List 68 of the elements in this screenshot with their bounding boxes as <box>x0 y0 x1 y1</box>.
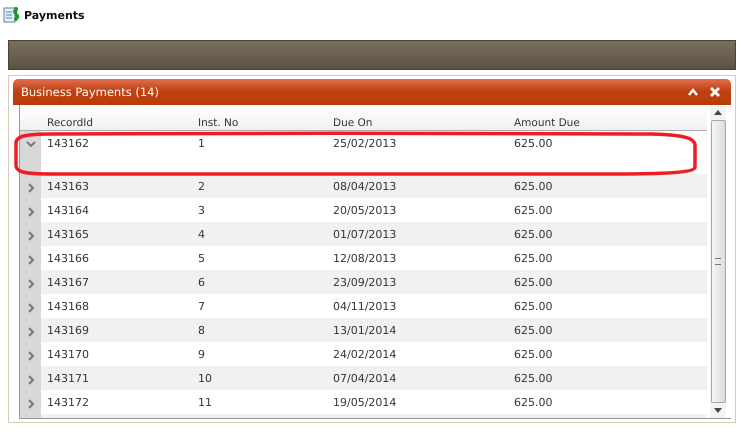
table-cell-text: 6 <box>197 275 206 291</box>
column-header[interactable]: Amount Due <box>508 117 698 130</box>
table-cell-text: 143170 <box>46 347 90 363</box>
table-cell-text: 20/05/2013 <box>332 203 398 219</box>
table-cell-text: 625.00 <box>513 227 554 243</box>
panel-title: Business Payments (14) <box>21 85 159 99</box>
chevron-right-icon[interactable] <box>26 231 34 241</box>
table-cell-text: 2 <box>197 179 206 195</box>
table-cell-text: 625.00 <box>513 347 554 363</box>
table-cell-text: 07/04/2014 <box>332 371 398 387</box>
chevron-right-icon[interactable] <box>26 375 34 385</box>
table-cell-text: 143162 <box>46 136 90 152</box>
table-cell-text: 625.00 <box>513 203 554 219</box>
table-cell-text: 143166 <box>46 251 90 267</box>
table-cell-text: 625.00 <box>513 179 554 195</box>
table-cell-text: 19/05/2014 <box>332 395 398 411</box>
table-cell-text: 01/07/2013 <box>332 227 398 243</box>
table-cell-text: 11 <box>197 395 213 411</box>
chevron-right-icon[interactable] <box>26 207 34 217</box>
table-cell-text: 1 <box>197 136 206 152</box>
chevron-right-icon[interactable] <box>26 255 34 265</box>
table-cell-text: 625.00 <box>513 275 554 291</box>
chevron-right-icon[interactable] <box>26 279 34 289</box>
table-cell-text: 625.00 <box>513 299 554 315</box>
table-cell-text: 143171 <box>46 371 90 387</box>
table-cell-text: 8 <box>197 323 206 339</box>
table-cell-text: 7 <box>197 299 206 315</box>
column-header[interactable]: Due On <box>327 117 508 130</box>
table-cell-text: 143164 <box>46 203 90 219</box>
table-cell-text: 143165 <box>46 227 90 243</box>
table-cell-text: 04/11/2013 <box>332 299 398 315</box>
table-cell-text: 4 <box>197 227 206 243</box>
table-cell-text: 625.00 <box>513 136 554 152</box>
chevron-right-icon[interactable] <box>26 399 34 409</box>
chevron-down-icon[interactable] <box>26 140 36 148</box>
table-cell-text: 9 <box>197 347 206 363</box>
scroll-down-icon[interactable] <box>714 408 722 413</box>
table-cell-text: 143172 <box>46 395 90 411</box>
scrollbar[interactable] <box>710 105 726 418</box>
table-cell-text: 25/02/2013 <box>332 136 398 152</box>
page-title: Payments <box>24 8 85 22</box>
money-document-icon <box>3 6 21 24</box>
table-cell-text: 3 <box>197 203 206 219</box>
table-cell-text: 12/08/2013 <box>332 251 398 267</box>
table-cell-text: 625.00 <box>513 371 554 387</box>
table-cell-text: 625.00 <box>513 323 554 339</box>
chevron-right-icon[interactable] <box>26 327 34 337</box>
table-cell-text: 143167 <box>46 275 90 291</box>
table-cell-text: 625.00 <box>513 251 554 267</box>
column-header[interactable]: RecordId <box>41 117 192 130</box>
scroll-up-icon[interactable] <box>714 110 722 115</box>
table-cell-text: 10 <box>197 371 213 387</box>
table-cell-text: 24/02/2014 <box>332 347 398 363</box>
collapse-icon[interactable] <box>687 87 699 97</box>
table-cell-text: 13/01/2014 <box>332 323 398 339</box>
column-header[interactable]: Inst. No <box>192 117 327 130</box>
chevron-right-icon[interactable] <box>26 351 34 361</box>
table-cell-text: 143163 <box>46 179 90 195</box>
close-icon[interactable] <box>709 86 721 98</box>
table-cell-text: 143168 <box>46 299 90 315</box>
table-cell-text: 23/09/2013 <box>332 275 398 291</box>
table-cell-text: 08/04/2013 <box>332 179 398 195</box>
table-cell-text: 5 <box>197 251 206 267</box>
table-cell-text: 143169 <box>46 323 90 339</box>
scroll-thumb[interactable] <box>710 120 726 403</box>
table-cell-text: 625.00 <box>513 395 554 411</box>
chevron-right-icon[interactable] <box>26 183 34 193</box>
chevron-right-icon[interactable] <box>26 303 34 313</box>
